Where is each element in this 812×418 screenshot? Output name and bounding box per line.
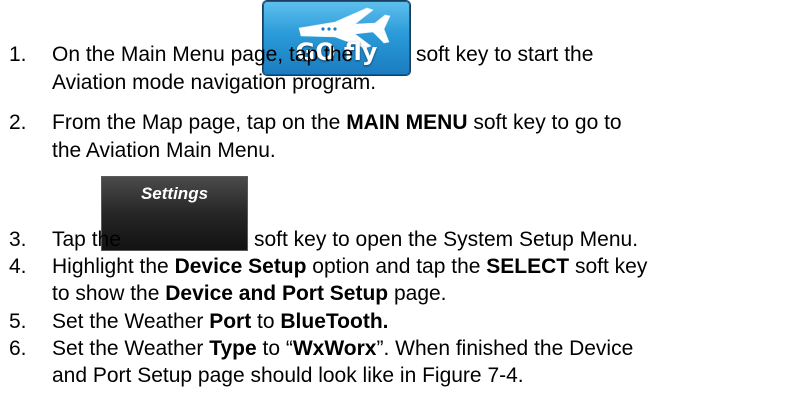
step-number: 1. xyxy=(9,43,27,66)
step-text: Highlight the Device Setup option and ta… xyxy=(52,255,648,278)
step-text: Set the Weather Port to BlueTooth. xyxy=(52,310,389,333)
step-text: the Aviation Main Menu. xyxy=(52,139,276,162)
step-number: 6. xyxy=(9,337,27,360)
step-text: and Port Setup page should look like in … xyxy=(52,364,524,387)
step-text: Set the Weather Type to “WxWorx”. When f… xyxy=(52,337,634,360)
settings-soft-key[interactable]: Settings xyxy=(101,176,248,251)
step-text: soft key to open the System Setup Menu. xyxy=(254,228,639,251)
step-number: 4. xyxy=(9,255,27,278)
step-text: Tap the xyxy=(52,228,121,251)
step-text: From the Map page, tap on the MAIN MENU … xyxy=(52,111,622,134)
step-text: soft key to start the xyxy=(416,43,594,66)
step-text: to show the Device and Port Setup page. xyxy=(52,282,447,305)
settings-label: Settings xyxy=(140,184,209,203)
step-number: 3. xyxy=(9,228,27,251)
step-number: 5. xyxy=(9,310,27,333)
step-text: Aviation mode navigation program. xyxy=(52,71,377,94)
step-number: 2. xyxy=(9,111,27,134)
step-text: On the Main Menu page, tap the xyxy=(52,43,354,66)
